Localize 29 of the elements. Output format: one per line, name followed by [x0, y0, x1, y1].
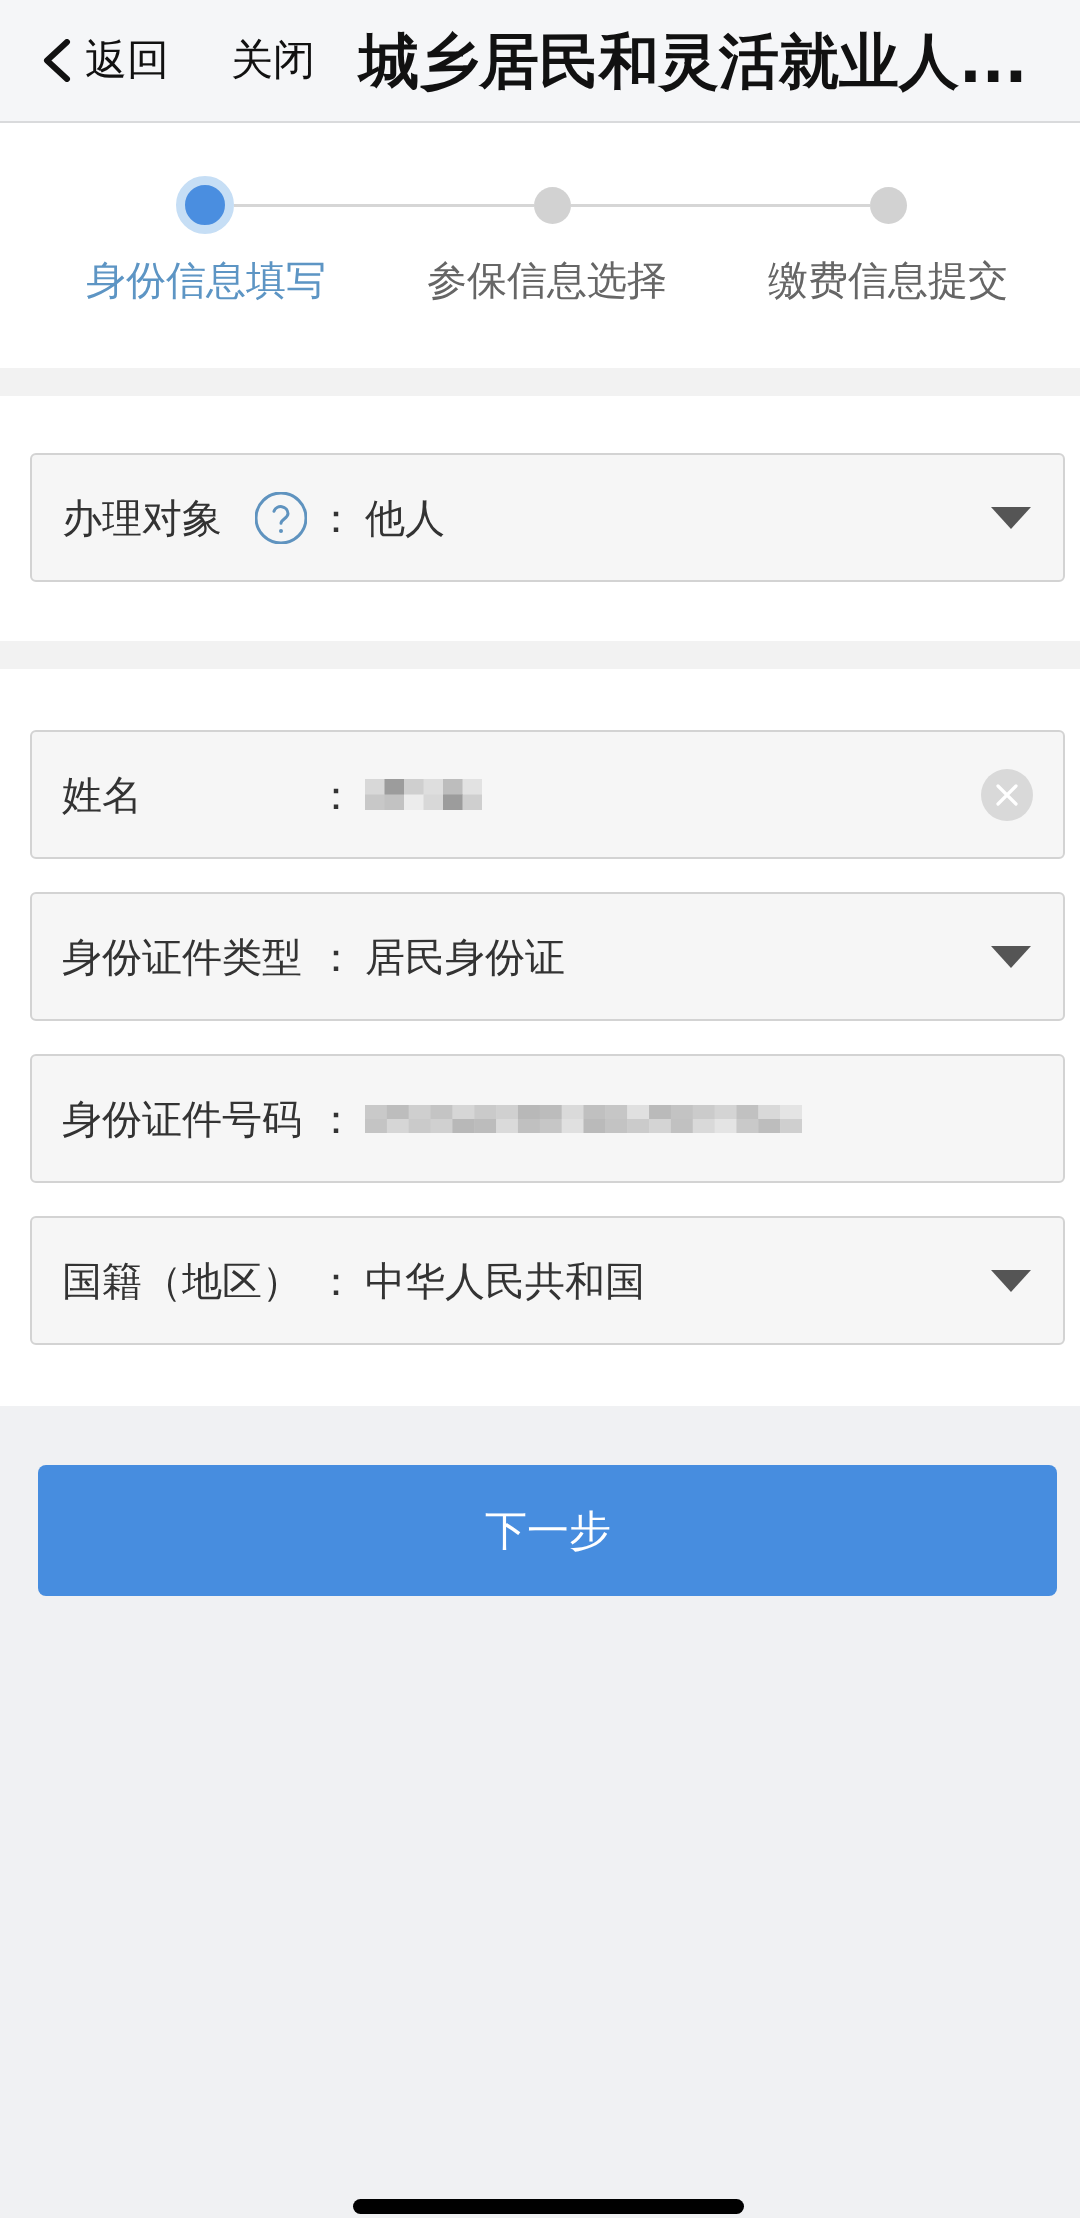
field-colon: ：: [316, 493, 356, 542]
field-value: 中华人民共和国: [365, 1256, 645, 1305]
field-label: 身份证件号码: [62, 1094, 302, 1143]
field-label: 国籍（地区）: [62, 1256, 302, 1305]
caret-down-icon[interactable]: [991, 1269, 1031, 1292]
step-label: 缴费信息提交: [767, 256, 1008, 304]
caret-down-icon[interactable]: [991, 506, 1031, 529]
input-field[interactable]: 姓名 ：: [30, 730, 1065, 859]
step-label: 身份信息填写: [85, 256, 326, 304]
dropdown-field[interactable]: 国籍（地区） ： 中华人民共和国: [30, 1216, 1065, 1345]
field-value: 居民身份证: [365, 932, 565, 981]
field-label: 身份证件类型: [62, 932, 302, 981]
field-label: 办理对象: [62, 493, 222, 542]
close-button[interactable]: 关闭: [231, 35, 315, 86]
field-colon: ：: [316, 932, 356, 981]
page-title: 城乡居民和灵活就业人...: [359, 24, 1028, 97]
step-label: 参保信息选择: [426, 256, 667, 304]
help-icon[interactable]: [255, 491, 307, 544]
back-button[interactable]: 返回: [42, 35, 169, 86]
field-label: 姓名: [62, 770, 142, 819]
dropdown-field[interactable]: 身份证件类型 ： 居民身份证: [30, 892, 1065, 1021]
input-field[interactable]: 身份证件号码 ：: [30, 1054, 1065, 1183]
chevron-left-icon: [42, 39, 71, 82]
field-colon: ：: [316, 1094, 356, 1143]
caret-down-icon[interactable]: [991, 945, 1031, 968]
field-colon: ：: [316, 1256, 356, 1305]
field-value: 他人: [365, 493, 445, 542]
field-colon: ：: [316, 770, 356, 819]
dropdown-field[interactable]: 办理对象 ： 他人: [30, 453, 1065, 582]
